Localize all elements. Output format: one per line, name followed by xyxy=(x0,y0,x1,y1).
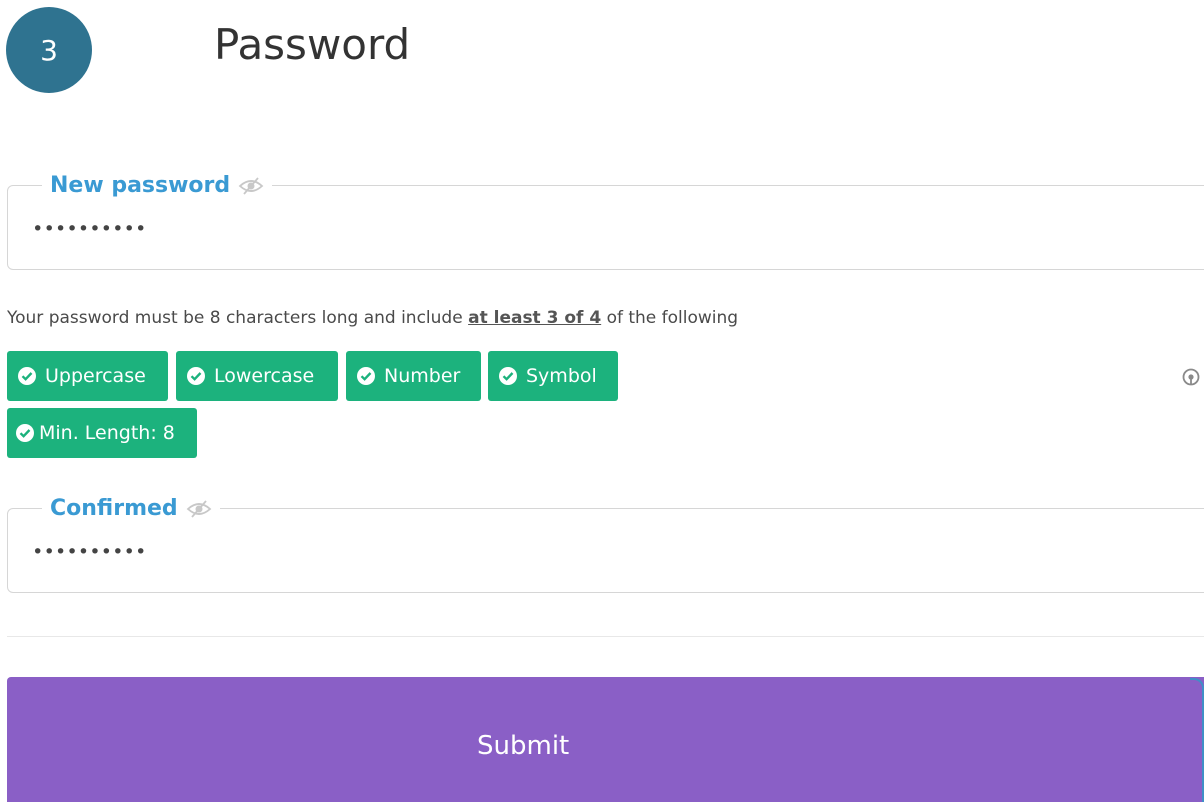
hint-prefix: Your password must be 8 characters long … xyxy=(7,308,469,328)
requirement-label: Lowercase xyxy=(214,365,315,387)
confirm-password-label: Confirmed xyxy=(50,496,178,521)
requirement-label: Symbol xyxy=(526,365,597,387)
requirement-uppercase: Uppercase xyxy=(7,351,168,401)
requirement-number: Number xyxy=(346,351,481,401)
requirement-label: Uppercase xyxy=(45,365,146,387)
submit-button-focus-edge xyxy=(1190,678,1204,802)
requirement-label: Min. Length: 8 xyxy=(39,422,175,444)
submit-button[interactable]: Submit xyxy=(7,677,1204,802)
password-hint: Your password must be 8 characters long … xyxy=(7,308,738,328)
submit-label: Submit xyxy=(477,731,570,761)
requirement-symbol: Symbol xyxy=(488,351,618,401)
check-circle-icon xyxy=(357,367,375,385)
hint-suffix: of the following xyxy=(601,308,739,328)
confirm-password-input[interactable]: •••••••••• xyxy=(32,543,1192,562)
confirm-password-label-row: Confirmed xyxy=(42,496,220,521)
check-circle-icon xyxy=(187,367,205,385)
new-password-field[interactable]: New password •••••••••• xyxy=(7,173,1204,270)
eye-off-icon[interactable] xyxy=(186,499,212,519)
new-password-label-row: New password xyxy=(42,173,272,198)
page-title: Password xyxy=(214,20,411,69)
new-password-input[interactable]: •••••••••• xyxy=(32,220,1192,239)
requirement-label: Number xyxy=(384,365,461,387)
eye-off-icon[interactable] xyxy=(238,176,264,196)
step-number: 3 xyxy=(40,33,58,67)
requirement-lowercase: Lowercase xyxy=(176,351,338,401)
confirm-password-field[interactable]: Confirmed •••••••••• xyxy=(7,496,1204,593)
new-password-label: New password xyxy=(50,173,231,198)
check-circle-icon xyxy=(16,424,34,442)
step-number-badge: 3 xyxy=(6,7,92,93)
check-circle-icon xyxy=(499,367,517,385)
check-circle-icon xyxy=(18,367,36,385)
divider xyxy=(7,636,1204,637)
generate-password-icon[interactable] xyxy=(1180,366,1202,388)
hint-emphasis: at least 3 of 4 xyxy=(468,308,602,328)
requirement-min-length: Min. Length: 8 xyxy=(7,408,197,458)
